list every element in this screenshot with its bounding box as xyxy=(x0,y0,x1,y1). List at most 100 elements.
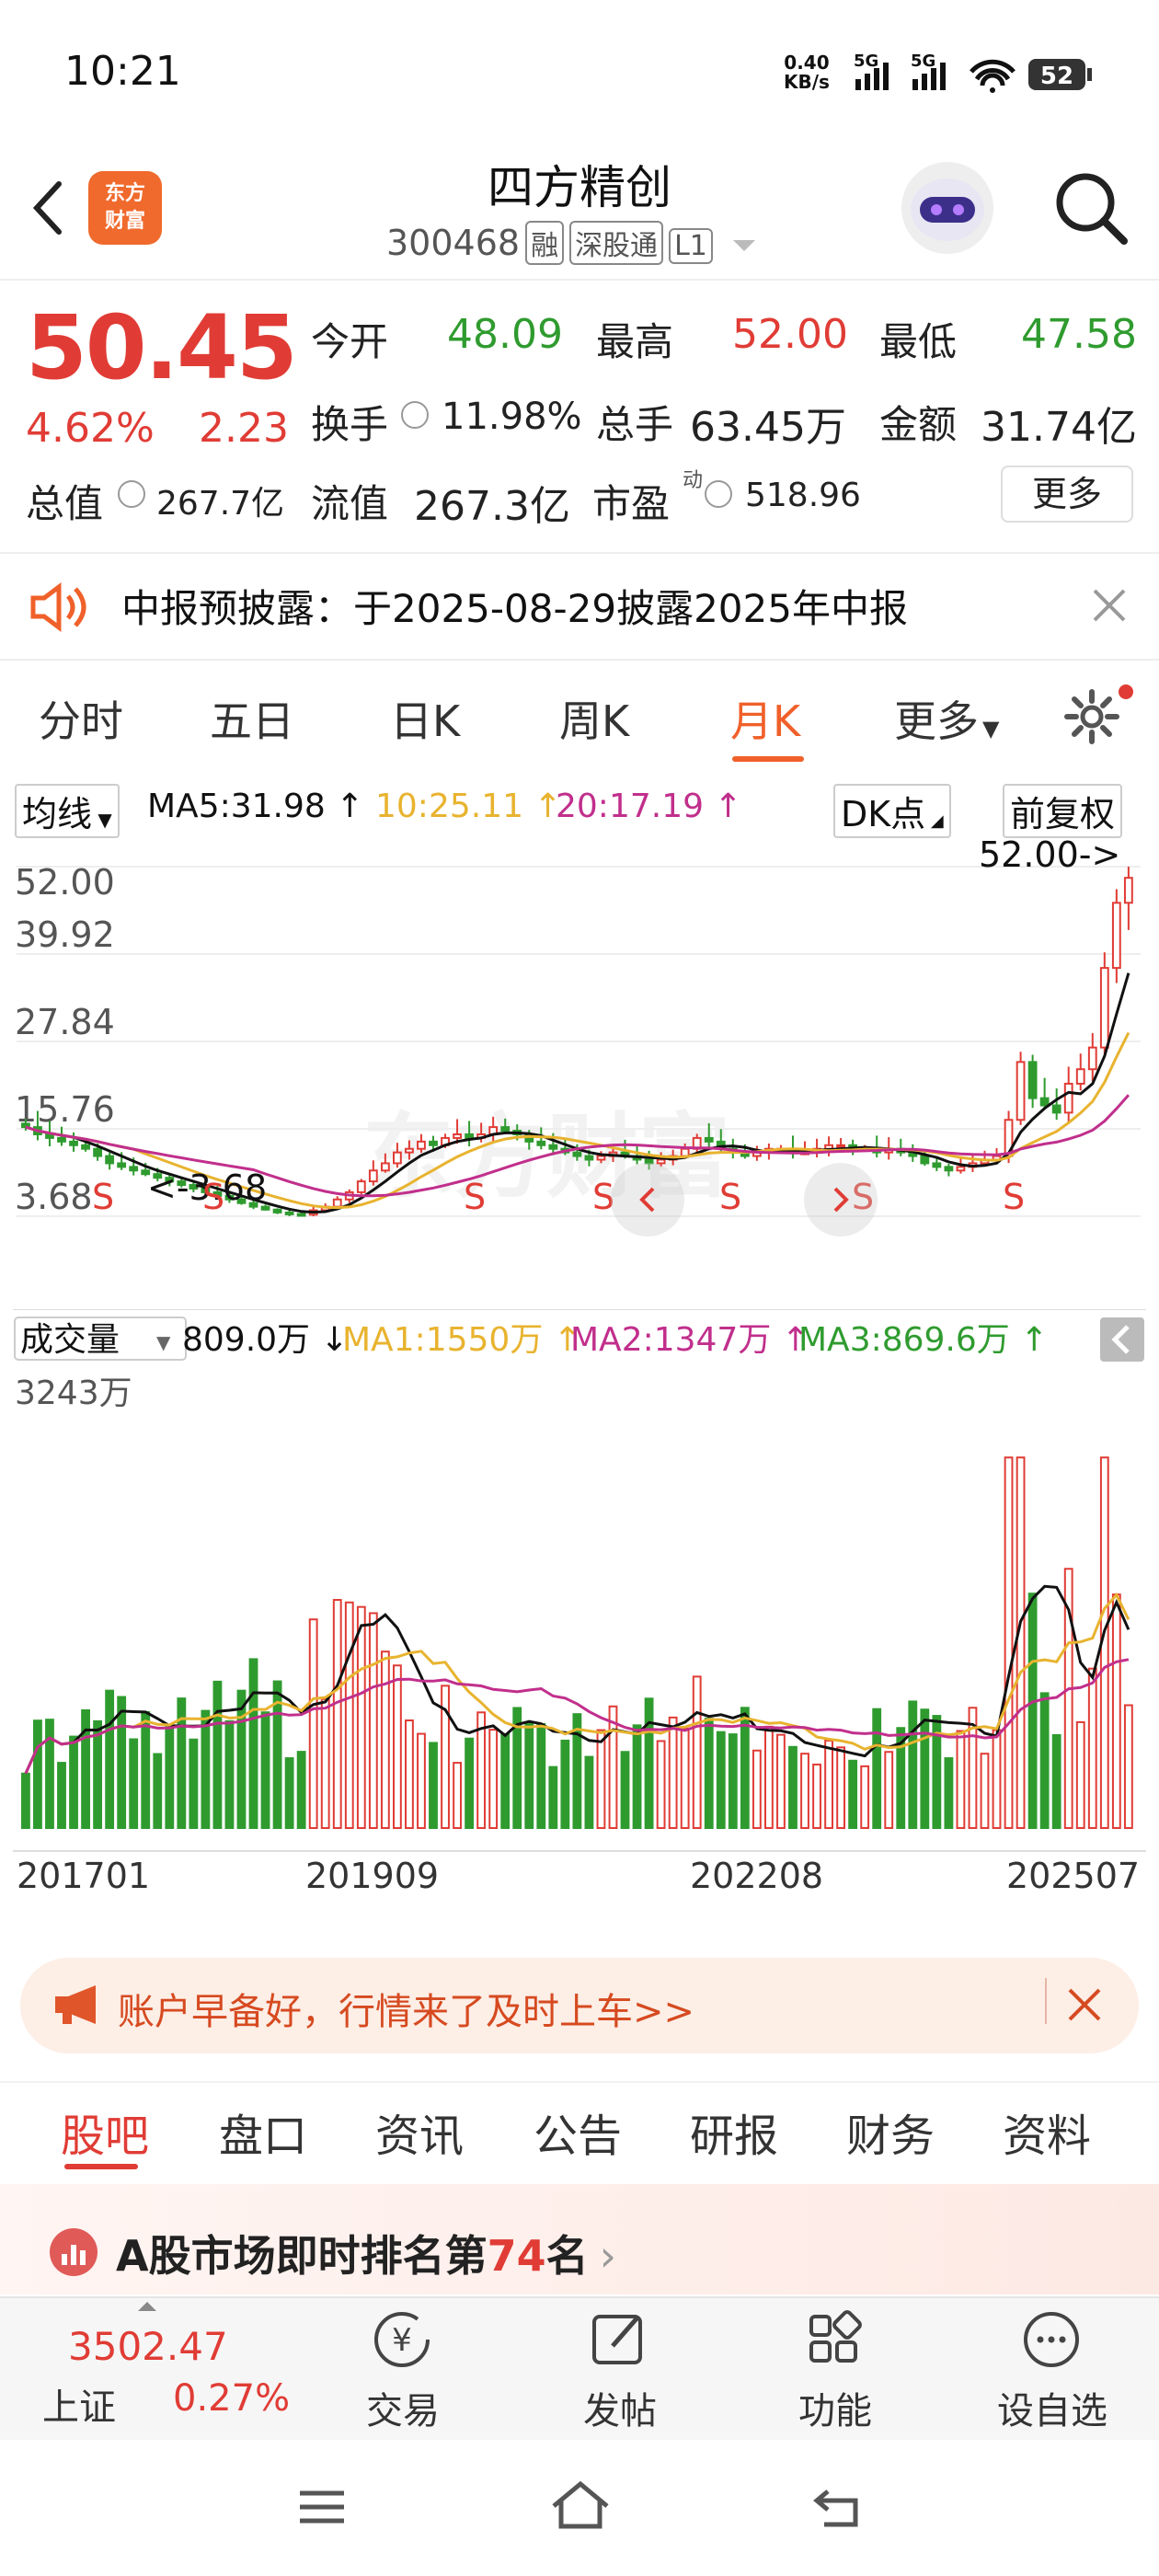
tab-announcements[interactable]: 公告 xyxy=(534,2099,622,2164)
signal-label: S xyxy=(202,1177,224,1217)
volume-axis-max: 3243万 xyxy=(15,1374,132,1412)
back-nav-icon[interactable] xyxy=(809,2484,865,2530)
volume-bar xyxy=(836,1746,846,1830)
volume-bar xyxy=(824,1739,833,1829)
change-percent: 4.62% xyxy=(26,405,155,452)
tab-forum[interactable]: 股吧 xyxy=(61,2099,149,2164)
volume-bar xyxy=(308,1618,318,1829)
signal-label-1: 5G xyxy=(854,52,878,71)
search-icon[interactable] xyxy=(1049,166,1131,248)
dk-point-select[interactable]: DK点 ◢ xyxy=(833,784,951,838)
tab-profile[interactable]: 资料 xyxy=(1003,2099,1091,2164)
candle-body xyxy=(932,1162,942,1168)
candle-body xyxy=(356,1180,366,1193)
tab-news[interactable]: 资讯 xyxy=(375,2099,464,2164)
megaphone-icon xyxy=(55,1985,96,2024)
turnover-label: 换手 xyxy=(311,402,389,447)
post-button[interactable]: 发帖 xyxy=(546,2381,694,2434)
close-icon[interactable] xyxy=(1091,587,1128,624)
volume-bar xyxy=(752,1749,762,1829)
tab-daily-k[interactable]: 日K xyxy=(390,688,460,749)
volume-bar xyxy=(429,1742,438,1829)
volume-bar xyxy=(153,1753,163,1829)
volume-bar xyxy=(800,1753,809,1829)
home-icon[interactable] xyxy=(548,2478,613,2534)
candle-body xyxy=(272,1208,282,1213)
trade-button[interactable]: 交易 xyxy=(329,2381,476,2434)
volume-bar xyxy=(716,1731,726,1829)
tab-more-label: 更多 xyxy=(894,696,979,746)
info-icon[interactable] xyxy=(118,480,145,508)
volume-bar xyxy=(117,1696,127,1830)
signal-label: S xyxy=(92,1177,114,1217)
ma5-value: MA5:31.98 ↑ xyxy=(147,788,364,825)
tab-intraday[interactable]: 分时 xyxy=(39,688,123,749)
candle-body xyxy=(656,1158,666,1165)
volume-bar xyxy=(248,1658,258,1829)
post-icon[interactable] xyxy=(587,2307,651,2372)
tab-weekly-k[interactable]: 周K xyxy=(559,688,629,749)
adjust-select[interactable]: 前复权 xyxy=(1003,784,1123,838)
volume-bar xyxy=(417,1732,426,1830)
add-watchlist-button[interactable]: 设自选 xyxy=(979,2381,1126,2434)
volume-bar xyxy=(992,1729,1002,1829)
tab-more[interactable]: 更多 ▼ xyxy=(894,688,999,749)
volume-bar xyxy=(224,1719,235,1829)
rank-suffix: 名 xyxy=(545,2231,589,2281)
stock-name: 四方精创 xyxy=(488,161,671,214)
volume-bar xyxy=(764,1725,774,1829)
robot-avatar-icon[interactable] xyxy=(901,162,993,254)
tab-5day[interactable]: 五日 xyxy=(210,688,294,749)
volume-bar xyxy=(465,1737,475,1829)
candle-body xyxy=(453,1133,462,1139)
rank-prefix: A股市场即时排名第 xyxy=(116,2231,488,2281)
price-axis-label: 3.68 xyxy=(15,1177,93,1217)
trade-icon[interactable]: ¥ xyxy=(370,2307,434,2372)
notice-text: 中报预披露：于2025-08-29披露2025年中报 xyxy=(121,586,908,631)
candle-body xyxy=(1075,1068,1085,1085)
add-watchlist-icon[interactable] xyxy=(1019,2307,1084,2372)
tab-orderbook[interactable]: 盘口 xyxy=(219,2099,307,2164)
rank-text: A股市场即时排名第74名 › xyxy=(116,2223,616,2283)
max-price-label: 52.00-> xyxy=(979,839,1120,875)
status-time: 10:21 xyxy=(64,48,181,95)
index-value[interactable]: 3502.47 xyxy=(68,2324,228,2369)
volume-bar xyxy=(320,1697,330,1830)
volume-bar xyxy=(189,1738,199,1830)
function-button[interactable]: 功能 xyxy=(762,2381,909,2434)
ma10-value: 10:25.11 ↑ xyxy=(375,788,562,825)
kline-chart[interactable]: 东方财富 52.0039.9227.8415.763.6852.00-><-3.… xyxy=(13,839,1146,1941)
x-axis-label: 201701 xyxy=(17,1856,150,1896)
close-icon[interactable] xyxy=(1067,1987,1102,2022)
tab-monthly-k[interactable]: 月K xyxy=(730,688,800,749)
price-axis-label: 27.84 xyxy=(15,1002,115,1042)
caret-down-icon: ▼ xyxy=(156,1331,171,1353)
volume-bar xyxy=(129,1738,139,1830)
signal-label-2: 5G xyxy=(911,52,935,71)
rank-number: 74 xyxy=(487,2231,546,2281)
volume-bar xyxy=(380,1650,390,1830)
candle-body xyxy=(920,1155,930,1165)
function-icon[interactable] xyxy=(802,2307,866,2372)
dk-label: DK点 xyxy=(841,794,926,834)
indicator-select[interactable]: 均线 ▼ xyxy=(15,784,120,838)
candle-body xyxy=(1099,967,1109,1049)
candle-body xyxy=(380,1162,390,1172)
gear-icon[interactable] xyxy=(1063,688,1120,745)
change-amount: 2.23 xyxy=(199,405,289,452)
corner-icon: ◢ xyxy=(925,811,944,831)
menu-icon[interactable] xyxy=(294,2484,350,2530)
candle-body xyxy=(680,1147,690,1157)
candle-body xyxy=(548,1144,558,1150)
more-button[interactable]: 更多 xyxy=(1001,466,1133,523)
stock-code-row[interactable]: 300468 融深股通 L1 xyxy=(386,221,757,265)
volume-bar xyxy=(1111,1593,1121,1829)
back-icon[interactable] xyxy=(26,171,72,245)
tab-financials[interactable]: 财务 xyxy=(846,2099,935,2164)
tab-research[interactable]: 研报 xyxy=(690,2099,778,2164)
candle-body xyxy=(332,1198,342,1208)
volume-bar xyxy=(584,1755,594,1829)
info-icon[interactable] xyxy=(705,480,732,508)
info-icon[interactable] xyxy=(401,401,429,429)
volume-bar xyxy=(620,1751,630,1830)
